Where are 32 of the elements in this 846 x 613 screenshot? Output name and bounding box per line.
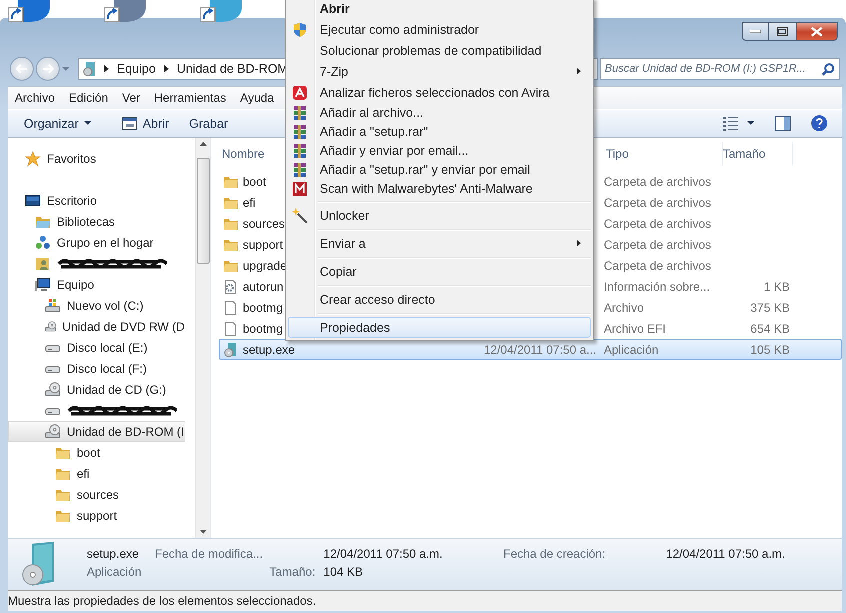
file-name: efi: [243, 196, 256, 210]
file-size: 654 KB: [750, 322, 790, 336]
property-value: 12/04/2011 07:50 a.m.: [324, 546, 444, 562]
property-label: Fecha de creación:: [503, 546, 607, 562]
file-type: Aplicación: [604, 342, 659, 356]
property-value: 104 KB: [324, 564, 364, 580]
file-name: upgrade: [243, 258, 288, 272]
status-text: Muestra las propiedades de los elementos seleccionados.: [8, 594, 316, 608]
file-size: 105 KB: [750, 342, 790, 356]
file-name: support: [243, 238, 284, 252]
file-type: Información sobre...: [604, 280, 710, 294]
file-size: 375 KB: [750, 300, 790, 314]
file-type: Carpeta de archivos: [604, 238, 712, 252]
property-value: 12/04/2011 07:50 a.m.: [666, 546, 786, 562]
file-type: Carpeta de archivos: [604, 216, 712, 230]
file-name: setup.exe: [243, 342, 296, 356]
file-type: Carpeta de archivos: [604, 174, 712, 188]
file-type: Archivo: [604, 300, 644, 314]
file-name: sources: [243, 216, 286, 230]
file-name: setup.exe: [87, 546, 140, 562]
property-label: Fecha de modifica...: [155, 546, 264, 562]
file-name: autorun: [243, 280, 284, 294]
file-name: bootmg: [243, 300, 284, 314]
file-name: bootmg: [243, 322, 284, 336]
file-type: Aplicación: [87, 564, 143, 580]
file-type: Carpeta de archivos: [604, 196, 712, 210]
file-type: Archivo EFI: [604, 322, 666, 336]
property-label: Tamaño:: [268, 564, 317, 580]
file-size: 1 KB: [764, 280, 790, 294]
file-name: boot: [243, 174, 266, 188]
file-type: Carpeta de archivos: [604, 258, 712, 272]
file-date: 12/04/2011 07:50 a...: [484, 342, 597, 356]
